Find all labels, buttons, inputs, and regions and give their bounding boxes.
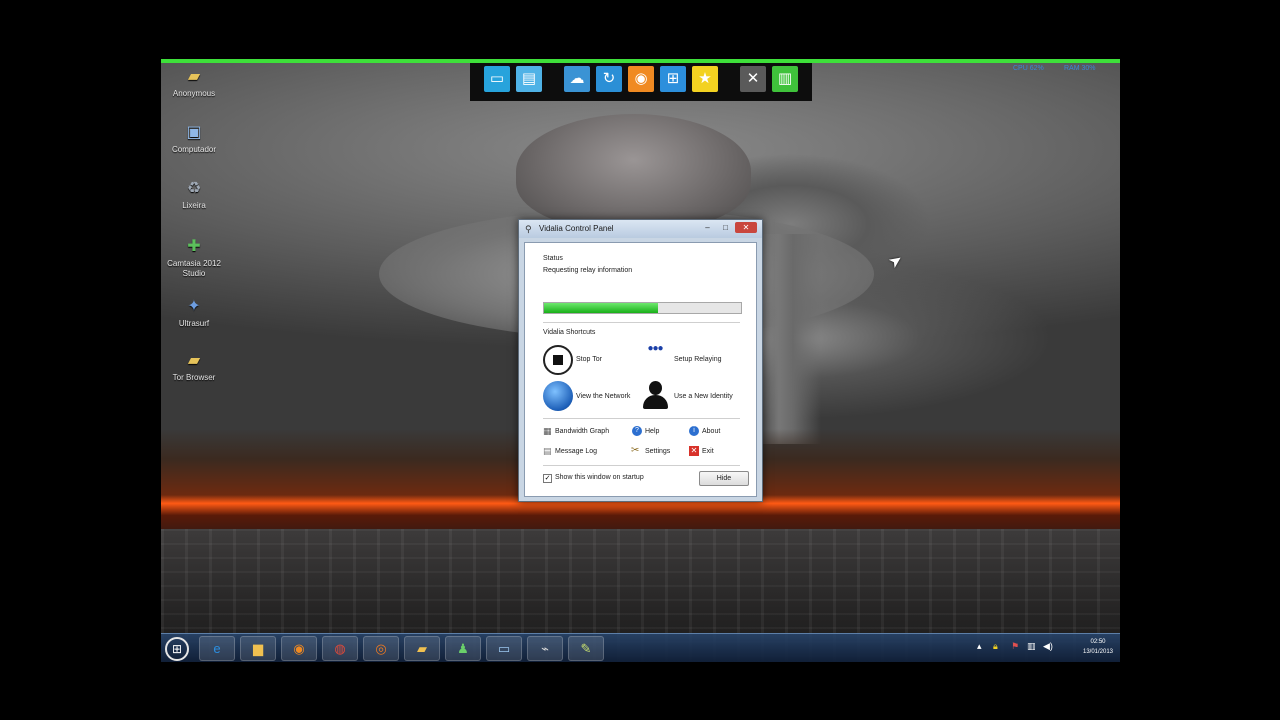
taskbar-chrome-icon[interactable]: ◍ <box>322 636 358 661</box>
clock-time: 02:50 <box>1090 639 1106 645</box>
dock-windows-icon[interactable]: ⊞ <box>660 66 686 92</box>
onion-icon: ⚲ <box>525 224 532 234</box>
settings-icon[interactable]: ✂ <box>631 445 639 456</box>
window-titlebar[interactable]: ⚲ Vidalia Control Panel – □ ✕ <box>519 220 762 238</box>
folder-icon: ▰ <box>187 68 201 85</box>
dock-desktop-icon[interactable]: ▭ <box>484 66 510 92</box>
progress-fill <box>544 303 659 313</box>
taskbar-vidalia-icon[interactable]: ✎ <box>568 636 604 661</box>
dock-battery-icon[interactable]: ▥ <box>772 66 798 92</box>
wallpaper-mushroom-cap <box>516 114 751 229</box>
message-log-link[interactable]: Message Log <box>555 448 597 455</box>
maximize-button[interactable]: □ <box>717 222 734 233</box>
exit-link[interactable]: Exit <box>702 448 714 455</box>
window-content: Status Requesting relay information Vida… <box>524 242 757 497</box>
dock-chat-icon[interactable]: ☁ <box>564 66 590 92</box>
dock-star-icon[interactable]: ★ <box>692 66 718 92</box>
camtasia-icon: ✚ <box>187 238 201 255</box>
desktop-icon-computer[interactable]: ▣ Computador <box>165 123 223 155</box>
show-on-startup-checkbox[interactable]: ✓ <box>543 474 552 483</box>
status-text: Requesting relay information <box>543 267 633 274</box>
desktop-icon-recycle-bin[interactable]: ♻ Lixeira <box>165 179 223 211</box>
desktop-icon-label: Computador <box>171 145 217 154</box>
tray-flag-icon[interactable]: ⚑ <box>1011 641 1019 652</box>
ultrasurf-icon: ✦ <box>187 298 201 315</box>
desktop-icon-tor-browser[interactable]: ▰ Tor Browser <box>165 351 223 383</box>
start-button[interactable]: ⊞ <box>165 637 189 661</box>
taskbar-firefox-icon[interactable]: ◎ <box>363 636 399 661</box>
setup-relaying-link[interactable]: Setup Relaying <box>674 356 721 363</box>
clock-date: 13/01/2013 <box>1082 649 1114 655</box>
info-icon[interactable]: i <box>689 426 699 436</box>
minimize-button[interactable]: – <box>699 222 716 233</box>
desktop-icon-label: Ultrasurf <box>178 319 210 328</box>
desktop-icon-anonymous[interactable]: ▰ Anonymous <box>165 67 223 99</box>
tray-volume-icon[interactable]: ◀) <box>1043 641 1053 652</box>
taskbar-media-player-icon[interactable]: ◉ <box>281 636 317 661</box>
bandwidth-graph-link[interactable]: Bandwidth Graph <box>555 428 609 435</box>
bootstrap-progress-bar <box>543 302 742 314</box>
mouse-cursor-icon: ➤ <box>885 250 907 273</box>
folder-icon: ▰ <box>187 352 201 369</box>
message-log-icon[interactable]: ▤ <box>543 446 552 457</box>
help-icon[interactable]: ? <box>632 426 642 436</box>
dock-sync-icon[interactable]: ↻ <box>596 66 622 92</box>
show-hidden-icons-arrow[interactable]: ▴ <box>977 641 982 652</box>
bandwidth-graph-icon[interactable]: ▦ <box>543 426 552 437</box>
globe-icon[interactable] <box>543 381 573 411</box>
computer-icon: ▣ <box>186 124 202 141</box>
dock-media-icon[interactable]: ◉ <box>628 66 654 92</box>
desktop-icon-label: Lixeira <box>182 201 206 210</box>
show-on-startup-label: Show this window on startup <box>555 474 644 481</box>
taskbar-ie-icon[interactable]: e <box>199 636 235 661</box>
stop-tor-icon[interactable] <box>543 345 573 375</box>
taskbar: ⊞ e ▆ ◉ ◍ ◎ ▰ ♟ ▭ ⌁ ✎ ▴ 🔒︎ ⚑ ▥ ◀) 02:50 … <box>161 633 1120 662</box>
hide-button[interactable]: Hide <box>699 471 749 486</box>
desktop-icon-camtasia[interactable]: ✚ Camtasia 2012 Studio <box>165 237 223 279</box>
window-title: Vidalia Control Panel <box>539 224 614 233</box>
dock-window-icon[interactable]: ▤ <box>516 66 542 92</box>
taskbar-clock[interactable]: 02:50 13/01/2013 <box>1079 637 1117 657</box>
divider <box>543 465 740 466</box>
settings-link[interactable]: Settings <box>645 448 670 455</box>
top-accent-line <box>161 59 1120 63</box>
view-network-link[interactable]: View the Network <box>576 393 630 400</box>
taskbar-users-icon[interactable]: ♟ <box>445 636 481 661</box>
dock-tools-icon[interactable]: ✕ <box>740 66 766 92</box>
tray-network-icon[interactable]: ▥ <box>1027 641 1036 652</box>
desktop-icon-ultrasurf[interactable]: ✦ Ultrasurf <box>165 297 223 329</box>
ram-meter: RAM 30% <box>1064 65 1096 72</box>
top-dock: ▭ ▤ ☁ ↻ ◉ ⊞ ★ ✕ ▥ <box>470 61 812 101</box>
desktop-icon-label: Tor Browser <box>172 373 216 382</box>
desktop-icon-label: Camtasia 2012 Studio <box>167 259 221 278</box>
taskbar-window-icon[interactable]: ▭ <box>486 636 522 661</box>
new-identity-link[interactable]: Use a New Identity <box>674 393 733 400</box>
desktop: ▰ Anonymous ▣ Computador ♻ Lixeira ✚ Cam… <box>161 59 1120 662</box>
taskbar-folder-icon[interactable]: ▰ <box>404 636 440 661</box>
shortcuts-heading: Vidalia Shortcuts <box>543 329 596 336</box>
desktop-icon-label: Anonymous <box>172 89 216 98</box>
help-link[interactable]: Help <box>645 428 659 435</box>
recycle-bin-icon: ♻ <box>186 180 202 197</box>
tray-lock-icon[interactable]: 🔒︎ <box>993 641 998 652</box>
new-identity-icon[interactable] <box>640 379 670 411</box>
divider <box>543 418 740 419</box>
about-link[interactable]: About <box>702 428 720 435</box>
setup-relaying-icon[interactable]: ●●● <box>640 343 670 371</box>
cpu-meter: CPU 62% <box>1013 65 1044 72</box>
divider <box>543 322 740 323</box>
stop-tor-link[interactable]: Stop Tor <box>576 356 602 363</box>
taskbar-explorer-icon[interactable]: ▆ <box>240 636 276 661</box>
vidalia-control-panel-window: ⚲ Vidalia Control Panel – □ ✕ Status Req… <box>518 219 763 502</box>
exit-icon[interactable]: ✕ <box>689 446 699 456</box>
close-button[interactable]: ✕ <box>735 222 757 233</box>
taskbar-network-icon[interactable]: ⌁ <box>527 636 563 661</box>
status-heading: Status <box>543 255 563 262</box>
